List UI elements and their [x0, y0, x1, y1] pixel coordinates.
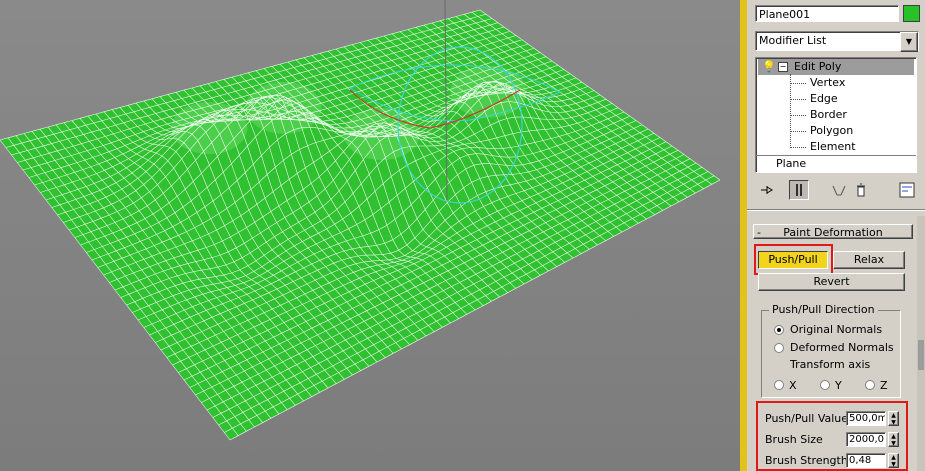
label-x: X — [789, 379, 797, 392]
subobject-edge[interactable]: Edge — [790, 91, 838, 107]
spinner-arrows-icon[interactable]: ▲ ▼ — [888, 432, 899, 447]
label-transform-axis: Transform axis — [790, 358, 871, 371]
label-z: Z — [880, 379, 888, 392]
push-pull-value-input[interactable]: 500,0m — [846, 411, 886, 426]
pin-stack-icon[interactable] — [757, 180, 777, 200]
radio-y-axis[interactable] — [820, 380, 830, 390]
label-y: Y — [835, 379, 842, 392]
modifier-stack[interactable]: 💡 − Edit Poly Vertex Edge Border Polygon… — [755, 57, 917, 173]
subobject-border[interactable]: Border — [790, 107, 847, 123]
radio-deformed-normals[interactable] — [774, 343, 784, 353]
subobject-element[interactable]: Element — [790, 139, 856, 155]
modifier-list-dropdown[interactable]: Modifier List ▼ — [755, 31, 919, 52]
label-push-pull-value: Push/Pull Value — [765, 412, 849, 425]
stack-item-label: Edit Poly — [794, 60, 842, 73]
object-color-swatch[interactable] — [903, 5, 920, 22]
object-name-field[interactable]: Plane001 — [755, 5, 899, 22]
configure-modifier-sets-icon[interactable] — [897, 180, 917, 200]
lightbulb-icon[interactable]: 💡 — [762, 59, 776, 75]
remove-modifier-icon[interactable] — [851, 180, 871, 200]
deformed-plane-mesh[interactable] — [0, 0, 740, 471]
collapse-icon[interactable]: − — [778, 62, 788, 72]
relax-button[interactable]: Relax — [833, 251, 905, 269]
show-end-result-icon[interactable] — [789, 180, 809, 200]
active-viewport-border — [740, 0, 747, 471]
spinner-arrows-icon[interactable]: ▲ ▼ — [888, 453, 899, 468]
modify-panel: Plane001 Modifier List ▼ 💡 − Edit Poly V… — [747, 0, 925, 471]
group-title: Push/Pull Direction — [769, 303, 878, 316]
highlight-box-push-pull — [754, 244, 833, 275]
label-brush-strength: Brush Strength — [765, 454, 848, 467]
chevron-down-icon[interactable]: ▼ — [900, 32, 918, 52]
stack-item-edit-poly[interactable]: 💡 − Edit Poly — [758, 59, 914, 75]
label-deformed-normals: Deformed Normals — [790, 341, 894, 354]
subobject-vertex[interactable]: Vertex — [790, 75, 845, 91]
label-brush-size: Brush Size — [765, 433, 823, 446]
revert-button[interactable]: Revert — [758, 273, 905, 291]
make-unique-icon[interactable] — [829, 180, 849, 200]
radio-z-axis[interactable] — [865, 380, 875, 390]
brush-strength-input[interactable]: 0,48 — [846, 453, 886, 468]
brush-size-input[interactable]: 2000,0 — [846, 432, 886, 447]
collapse-rollout-icon: - — [757, 226, 761, 239]
scrollbar-thumb[interactable] — [918, 340, 924, 370]
modifier-list-label: Modifier List — [759, 34, 827, 47]
radio-x-axis[interactable] — [774, 380, 784, 390]
spinner-arrows-icon[interactable]: ▲ ▼ — [888, 411, 899, 426]
subobject-polygon[interactable]: Polygon — [790, 123, 853, 139]
paint-deformation-rollout-header[interactable]: - Paint Deformation — [753, 224, 913, 239]
stack-item-plane[interactable]: Plane — [758, 156, 914, 172]
label-original-normals: Original Normals — [790, 323, 883, 336]
panel-separator — [747, 209, 925, 211]
radio-original-normals[interactable] — [774, 325, 784, 335]
rollout-title: Paint Deformation — [783, 226, 883, 239]
bump-highlight — [245, 81, 322, 134]
perspective-viewport[interactable] — [0, 0, 740, 471]
stack-toolbar — [755, 180, 919, 202]
